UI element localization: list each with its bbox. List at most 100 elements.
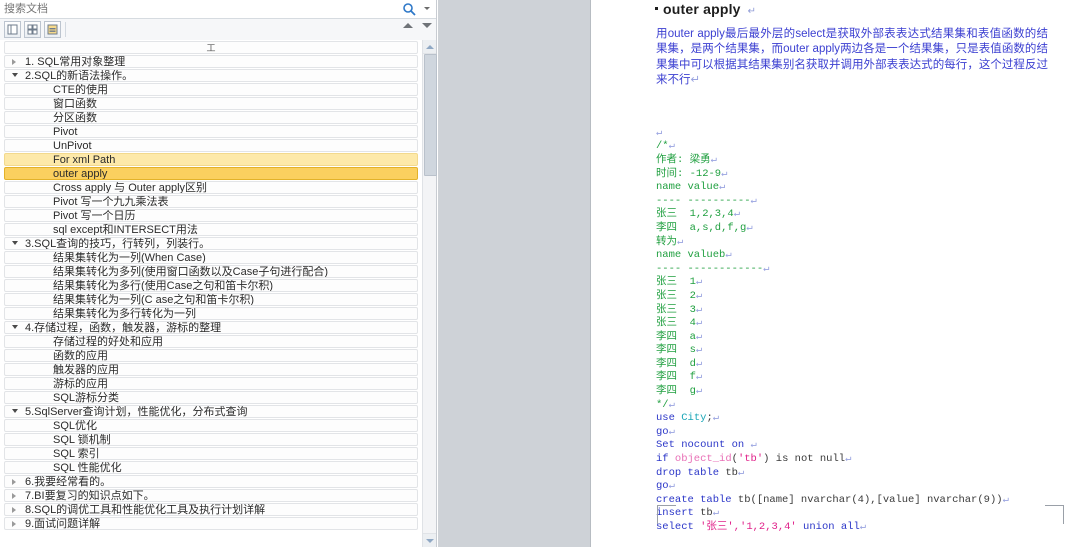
outline-item[interactable]: 3.SQL查询的技巧，行转列，列装行。	[4, 237, 418, 250]
outline-item-label: 存储过程的好处和应用	[53, 336, 163, 348]
scrollbar-thumb[interactable]	[424, 54, 437, 176]
outline-item-label: 9.面试问题详解	[25, 518, 101, 530]
scroll-down-button[interactable]	[423, 533, 436, 547]
paragraph-mark-icon: ↵	[690, 74, 701, 87]
collapse-triangle-icon[interactable]	[12, 325, 18, 329]
list-header-row[interactable]: 工	[4, 41, 418, 54]
code-token: 'tb'	[737, 453, 764, 466]
outline-item-label: Cross apply 与 Outer apply区别	[53, 182, 208, 194]
outline-item-label: 函数的应用	[53, 350, 108, 362]
code-token: 张三 2	[656, 289, 696, 302]
outline-item[interactable]: 游标的应用	[4, 377, 418, 390]
outline-item[interactable]: outer apply	[4, 167, 418, 180]
nav-up-icon[interactable]	[403, 23, 413, 28]
outline-item[interactable]: 窗口函数	[4, 97, 418, 110]
view-thumbnails-button[interactable]	[24, 21, 41, 38]
outline-item[interactable]: SQL 锁机制	[4, 433, 418, 446]
nav-scrollbar[interactable]	[422, 40, 437, 547]
outline-item[interactable]: 函数的应用	[4, 349, 418, 362]
code-block[interactable]: ↵/*↵ 作者: 梁勇↵ 时间: -12-9↵ name value↵ ---- ---…	[656, 86, 1009, 535]
outline-item[interactable]: 2.SQL的新语法操作。	[4, 69, 418, 82]
code-line: 李四 g↵	[656, 385, 1009, 399]
page-title[interactable]: outer apply ↵	[655, 1, 756, 17]
expand-triangle-icon[interactable]	[12, 479, 16, 485]
view-pages-button[interactable]	[44, 21, 61, 38]
document-page[interactable]: outer apply ↵ 用outer apply最后最外层的select是获取…	[592, 0, 1080, 547]
collapse-triangle-icon[interactable]	[12, 409, 18, 413]
paragraph-mark-icon: ↵	[695, 357, 703, 370]
paragraph-mark-icon: ↵	[695, 276, 703, 289]
code-line: 李四 s↵	[656, 344, 1009, 358]
outline-item[interactable]: Pivot 写一个日历	[4, 209, 418, 222]
outline-item[interactable]: SQL游标分类	[4, 391, 418, 404]
collapse-triangle-icon[interactable]	[12, 73, 18, 77]
nav-down-icon[interactable]	[422, 23, 432, 28]
code-line: use City;↵	[656, 412, 1009, 426]
outline-item[interactable]: UnPivot	[4, 139, 418, 152]
outline-item[interactable]: Cross apply 与 Outer apply区别	[4, 181, 418, 194]
expand-triangle-icon[interactable]	[12, 507, 16, 513]
outline-item[interactable]: 结果集转化为多行转化为一列	[4, 307, 418, 320]
outline-item[interactable]: 8.SQL的调优工具和性能优化工具及执行计划详解	[4, 503, 418, 516]
onenote-window: 工 1. SQL常用对象整理 2.SQL的新语法操作。 CTE的使用窗口函数分区函数…	[0, 0, 1080, 547]
code-token: ---- ----------	[656, 194, 751, 207]
list-header-label: 工	[206, 43, 216, 53]
expand-triangle-icon[interactable]	[12, 521, 16, 527]
expand-triangle-icon[interactable]	[12, 59, 16, 65]
outline-item[interactable]: 5.SqlServer查询计划，性能优化，分布式查询	[4, 405, 418, 418]
paragraph-mark-icon: ↵	[668, 425, 675, 438]
outline-item[interactable]: 1. SQL常用对象整理	[4, 55, 418, 68]
outline-item[interactable]: 结果集转化为多行(使用Case之句和笛卡尔积)	[4, 279, 418, 292]
outline-item[interactable]: SQL 性能优化	[4, 461, 418, 474]
outline-item-label: outer apply	[53, 168, 108, 180]
code-token: go	[656, 480, 669, 493]
collapse-triangle-icon[interactable]	[12, 241, 18, 245]
outline-item-label: 触发器的应用	[53, 364, 119, 376]
outline-item[interactable]: Pivot 写一个九九乘法表	[4, 195, 418, 208]
code-token: '张三','1,2,3,4'	[700, 521, 797, 533]
scroll-up-button[interactable]	[423, 40, 436, 54]
search-options-chevron-down-icon[interactable]	[424, 7, 430, 10]
outline-item[interactable]: 分区函数	[4, 111, 418, 124]
view-outline-button[interactable]	[4, 21, 21, 38]
outline-item[interactable]: For xml Path	[4, 153, 418, 166]
outline-item-label: 分区函数	[53, 112, 97, 124]
code-token: 李四 a	[656, 330, 696, 343]
search-icon[interactable]	[402, 2, 416, 16]
code-token: 时间: -12-9	[656, 167, 722, 180]
paragraph-mark-icon: ↵	[668, 398, 675, 411]
outline-item[interactable]: 4.存储过程，函数，触发器，游标的整理	[4, 321, 418, 334]
paragraph-mark-icon: ↵	[668, 480, 675, 493]
outline-item[interactable]: 6.我要经常看的。	[4, 475, 418, 488]
outline-item[interactable]: 7.BI要复习的知识点如下。	[4, 489, 418, 502]
code-line: 李四 d↵	[656, 358, 1009, 372]
outline-item[interactable]: CTE的使用	[4, 83, 418, 96]
navigation-pane: 工 1. SQL常用对象整理 2.SQL的新语法操作。 CTE的使用窗口函数分区函数…	[0, 0, 437, 547]
body-paragraph[interactable]: 用outer apply最后最外层的select是获取外部表表达式结果集和表值函…	[656, 27, 1048, 89]
code-line: 时间: -12-9↵	[656, 168, 1009, 182]
nav-toolbar	[0, 19, 436, 41]
paragraph-mark-icon: ↵	[737, 466, 745, 479]
outline-item[interactable]: sql except和INTERSECT用法	[4, 223, 418, 236]
code-line: */↵	[656, 399, 1009, 413]
outline-item[interactable]: 触发器的应用	[4, 363, 418, 376]
outline-item[interactable]: SQL优化	[4, 419, 418, 432]
outline-item[interactable]: 结果集转化为一列(C ase之句和笛卡尔积)	[4, 293, 418, 306]
code-token: name valueb	[656, 249, 726, 262]
outline-item[interactable]: 结果集转化为多列(使用窗口函数以及Case子句进行配合)	[4, 265, 418, 278]
outline-item[interactable]: 存储过程的好处和应用	[4, 335, 418, 348]
paragraph-mark-icon: ↵	[695, 303, 703, 316]
expand-triangle-icon[interactable]	[12, 493, 16, 499]
outline-item[interactable]: 9.面试问题详解	[4, 517, 418, 530]
outline-item[interactable]: Pivot	[4, 125, 418, 138]
paragraph-mark-icon: ↵	[747, 6, 757, 17]
paragraph-mark-icon: ↵	[725, 249, 732, 262]
code-line: Set nocount on ↵	[656, 439, 1009, 453]
paragraph-mark-icon: ↵	[695, 317, 703, 330]
outline-item[interactable]: SQL 索引	[4, 447, 418, 460]
toolbar-divider	[65, 22, 66, 37]
outline-item[interactable]: 结果集转化为一列(When Case)	[4, 251, 418, 264]
code-line: ↵	[656, 127, 1009, 141]
search-input[interactable]	[4, 1, 374, 17]
outline-item-label: 1. SQL常用对象整理	[25, 56, 126, 68]
